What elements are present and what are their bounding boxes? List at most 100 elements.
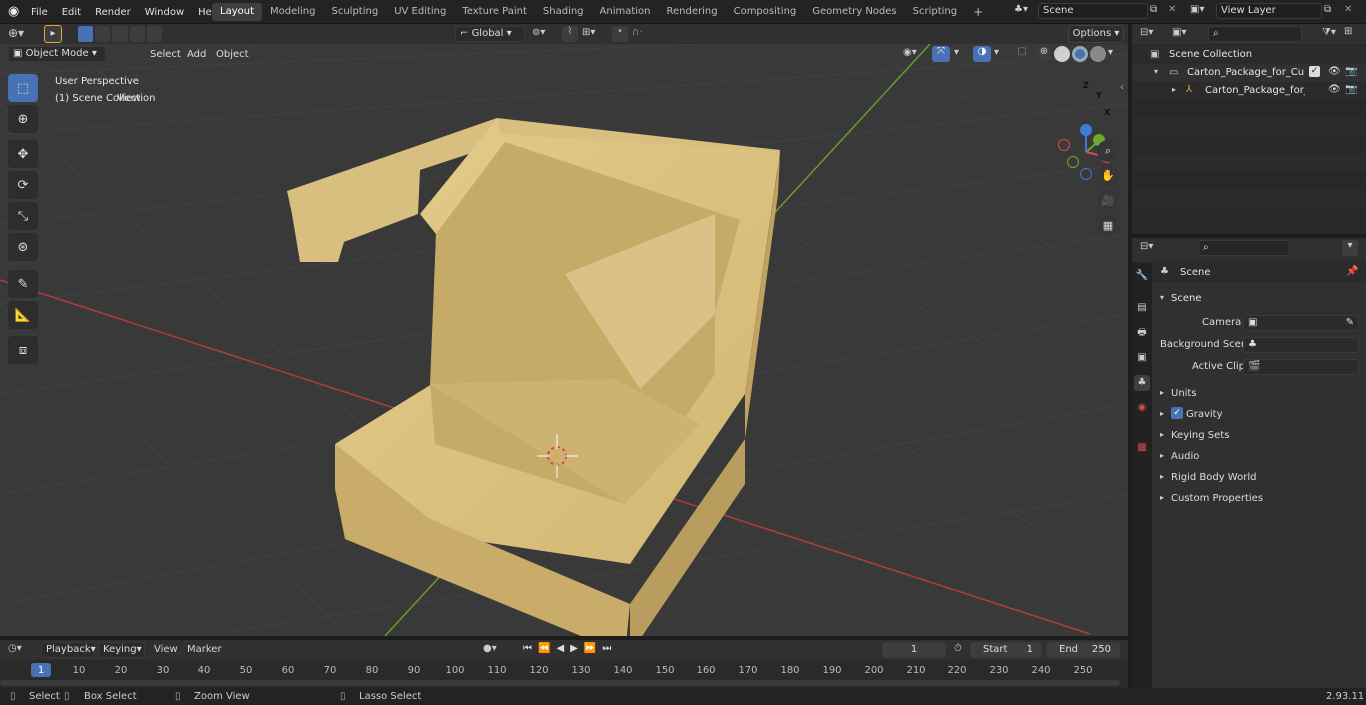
section-units[interactable]: Units [1171,385,1197,403]
add-workspace-icon[interactable]: + [965,3,991,21]
select-tool-icon[interactable]: ▸ [44,25,62,43]
blender-logo-icon[interactable]: ◉ [8,4,24,20]
active-clip-field[interactable]: 🎬 [1243,359,1359,375]
timeline-editor-icon[interactable]: ◷▾ [8,643,22,654]
scene-icon[interactable]: ♣▾ [1014,4,1036,20]
jump-start-icon[interactable]: ⏮ [523,643,538,654]
copy-view-layer-icon[interactable]: ⧉ [1324,4,1331,15]
record-icon[interactable]: ●▾ [483,643,497,654]
end-frame-field[interactable]: End 250 [1046,642,1120,658]
section-audio[interactable]: Audio [1171,448,1199,466]
select-new-icon[interactable] [78,26,94,42]
tab-scripting[interactable]: Scripting [905,3,965,21]
cursor-tool-icon[interactable]: ⊕ [8,105,38,133]
xray-icon[interactable]: ▢ [1014,46,1030,62]
display-mode-icon[interactable]: ▣▾ [1172,27,1186,38]
measure-tool-icon[interactable]: 📐 [8,301,38,329]
tab-animation[interactable]: Animation [592,3,659,21]
outliner-search-input[interactable]: ⌕ [1208,26,1302,42]
render-camera-icon[interactable]: 📷 [1345,66,1357,77]
options-dropdown[interactable]: Options ▾ [1068,25,1124,43]
select-invert-icon[interactable] [129,26,145,42]
snap-target-icon[interactable]: ⊞▾ [582,27,595,38]
close-scene-icon[interactable]: ✕ [1168,4,1176,15]
scene-collection-label[interactable]: Scene Collection [1169,49,1252,60]
editor-type-icon[interactable]: ⊕▾ [8,26,24,40]
select-intersect-icon[interactable] [146,26,163,42]
tab-uv-editing[interactable]: UV Editing [386,3,454,21]
timeline-marker-menu[interactable]: Marker [187,644,222,655]
transform-orientation-dropdown[interactable]: ⌐ Global ▾ [455,26,525,42]
proportional-edit-icon[interactable]: • [612,26,628,42]
keying-sets-expand-icon[interactable]: ▸ [1160,430,1164,439]
gizmo-x-label[interactable]: X [1104,108,1110,117]
current-frame-field[interactable]: 1 [882,642,946,658]
background-scene-field[interactable]: ♣ [1243,337,1359,353]
stopwatch-icon[interactable]: ⏱ [954,643,962,654]
transform-tool-icon[interactable]: ⊛ [8,233,38,261]
visibility-icon[interactable]: ◉▾ [903,47,917,58]
rotate-tool-icon[interactable]: ⟳ [8,171,38,199]
tab-texture-paint[interactable]: Texture Paint [454,3,535,21]
texture-tab-icon[interactable]: ▩ [1134,440,1150,456]
start-frame-field[interactable]: Start 1 [970,642,1042,658]
pivot-point-icon[interactable]: ⊚▾ [532,27,545,38]
menu-file[interactable]: File [24,7,55,18]
properties-search-input[interactable]: ⌕ [1198,240,1290,256]
close-view-layer-icon[interactable]: ✕ [1344,4,1352,15]
tool-tab-icon[interactable]: 🔧 [1134,268,1150,284]
timeline-scrollbar[interactable] [0,680,1120,686]
rigid-body-expand-icon[interactable]: ▸ [1160,472,1164,481]
snap-icon[interactable]: ⌇ [562,26,578,42]
tab-sculpting[interactable]: Sculpting [324,3,387,21]
gizmo-dropdown-icon[interactable]: ▾ [954,47,959,58]
outliner-item-collection[interactable]: Carton_Package_for_Cupcake [1187,67,1305,78]
eyedropper-icon[interactable]: ✎ [1346,316,1354,330]
sidebar-toggle-icon[interactable]: ‹ [1120,82,1124,93]
zoom-icon[interactable]: ⌕ [1097,140,1119,162]
exclude-checkbox[interactable]: ✓ [1309,66,1320,77]
expand-object-icon[interactable]: ▸ [1172,85,1176,94]
pan-hand-icon[interactable]: ✋ [1097,165,1119,187]
solid-shading-icon[interactable] [1054,46,1070,62]
material-shading-icon[interactable] [1072,46,1088,62]
properties-options-icon[interactable]: ▾ [1342,240,1358,256]
scene-panel-title[interactable]: Scene [1171,293,1202,304]
object-menu[interactable]: Object [216,46,249,63]
properties-editor-icon[interactable]: ⊟▾ [1140,241,1153,252]
filter-icon[interactable]: ⧩▾ [1322,27,1336,38]
next-keyframe-icon[interactable]: ⏩ [584,643,602,654]
copy-scene-icon[interactable]: ⧉ [1150,4,1157,15]
gravity-checkbox[interactable]: ✓ [1171,407,1183,419]
outliner-item-object[interactable]: Carton_Package_for_Cup [1205,85,1305,96]
add-menu[interactable]: Add [187,46,206,63]
section-gravity[interactable]: Gravity [1186,406,1223,424]
tab-shading[interactable]: Shading [535,3,592,21]
prev-keyframe-icon[interactable]: ⏪ [538,643,556,654]
scene-tab-icon[interactable]: ♣ [1134,375,1150,391]
tab-modeling[interactable]: Modeling [262,3,324,21]
new-collection-icon[interactable]: ⊞ [1344,26,1360,42]
expand-collection-icon[interactable]: ▾ [1154,67,1158,76]
overlays-dropdown-icon[interactable]: ▾ [994,47,999,58]
camera-view-icon[interactable]: 🎥 [1097,190,1119,212]
keying-dropdown[interactable]: Keying▾ [98,642,145,658]
section-keying-sets[interactable]: Keying Sets [1171,427,1229,445]
view-menu[interactable]: View [117,90,141,107]
select-extend-icon[interactable] [95,26,111,42]
overlays-icon[interactable]: ◑ [973,46,991,62]
camera-field[interactable]: ▣ ✎ [1243,315,1359,331]
timeline-view-menu[interactable]: View [154,644,178,655]
object-hide-eye-icon[interactable]: 👁 [1328,84,1341,95]
units-expand-icon[interactable]: ▸ [1160,388,1164,397]
scene-name-field[interactable]: Scene [1038,3,1148,19]
hide-eye-icon[interactable]: 👁 [1328,66,1341,77]
view-layer-icon[interactable]: ▣▾ [1190,4,1204,15]
menu-render[interactable]: Render [88,7,138,18]
pin-icon[interactable]: 📌 [1346,266,1358,277]
select-menu[interactable]: Select [150,46,181,63]
scene-panel-collapse-icon[interactable]: ▾ [1160,293,1164,302]
jump-end-icon[interactable]: ⏭ [602,643,617,654]
view-layer-tab-icon[interactable]: ▣ [1134,350,1150,366]
play-icon[interactable]: ▶ [570,643,584,654]
